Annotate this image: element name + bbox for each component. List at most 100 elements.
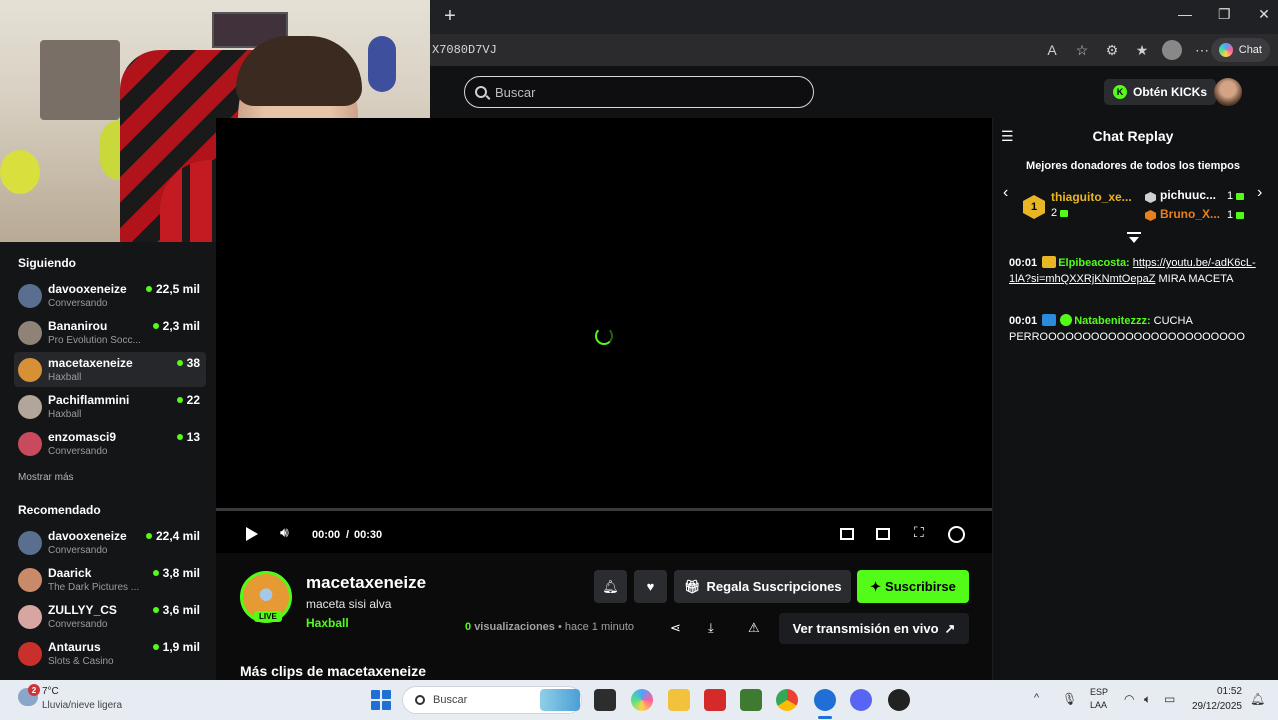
watch-live-button[interactable]: Ver transmisión en vivo ↗ (779, 613, 969, 644)
close-icon[interactable]: ✕ (1258, 6, 1270, 23)
minecraft-icon[interactable] (740, 689, 762, 711)
donor-name[interactable]: pichuuc... (1160, 188, 1216, 202)
address-bar[interactable]: X7080D7VJ (432, 43, 497, 57)
scroll-down-icon[interactable] (1127, 232, 1141, 244)
chevron-left-icon[interactable]: ‹ (1003, 184, 1008, 202)
copilot-app-icon[interactable] (631, 689, 653, 711)
donor-name[interactable]: thiaguito_xe... (1051, 190, 1132, 204)
language-code[interactable]: ESP (1090, 687, 1108, 697)
channel-category: The Dark Pictures ... (48, 582, 140, 593)
weather-desc: Lluvia/nieve ligera (42, 700, 123, 711)
crown-badge-icon (1042, 256, 1057, 268)
sidebar-channel-item[interactable]: Bananirou Pro Evolution Socc... 2,3 mil (14, 315, 206, 350)
chat-timestamp: 00:01 (1009, 315, 1038, 327)
sidebar-channel-item[interactable]: Daarick The Dark Pictures ... 3,8 mil (14, 562, 206, 597)
more-menu-icon[interactable]: ⋯ (1192, 40, 1212, 60)
notification-bell-button[interactable]: 🔔︎ (594, 570, 627, 603)
sparkle-icon: ✦ (870, 578, 882, 594)
live-dot-icon (152, 644, 159, 650)
channel-name: Bananirou (48, 319, 108, 333)
clock-time[interactable]: 01:52 (1200, 686, 1242, 697)
wifi-icon[interactable]: ◠ (1124, 692, 1134, 706)
file-explorer-icon[interactable] (668, 689, 690, 711)
sidebar-channel-item[interactable]: Antaurus Slots & Casino 1,9 mil (14, 636, 206, 671)
windows-taskbar: 2 7°C Lluvia/nieve ligera Buscar ^ 🎙︎ ES… (0, 680, 1278, 720)
live-dot-icon (176, 360, 183, 366)
follow-heart-button[interactable]: ♥ (634, 570, 667, 603)
read-aloud-icon[interactable]: A (1042, 40, 1062, 60)
chrome-icon[interactable] (776, 689, 798, 711)
show-more-link[interactable]: Mostrar más (18, 472, 74, 483)
favorite-star-icon[interactable]: ☆ (1072, 40, 1092, 60)
channel-category: Conversando (48, 545, 108, 556)
sidebar-channel-item[interactable]: ZULLYY_CS Conversando 3,6 mil (14, 599, 206, 634)
user-avatar[interactable] (1214, 78, 1242, 106)
channel-category: Pro Evolution Socc... (48, 335, 141, 346)
speaker-icon[interactable]: 🔈︎ (1144, 692, 1151, 707)
start-button[interactable] (371, 690, 391, 710)
battery-icon[interactable]: ▭ (1164, 692, 1175, 706)
viewer-count: 38 (176, 356, 200, 370)
viewer-count: 1,9 mil (152, 640, 200, 654)
new-tab-icon[interactable]: + (440, 6, 460, 26)
kick-coin-icon (1236, 192, 1245, 200)
gift-subs-button[interactable]: 🎁︎ Regala Suscripciones (674, 570, 851, 603)
notifications-icon[interactable]: 🔔︎ (1250, 692, 1265, 706)
app-dark-icon[interactable] (888, 689, 910, 711)
task-view-icon[interactable] (594, 689, 616, 711)
window-controls: — ❐ ✕ (1178, 6, 1270, 23)
chevron-right-icon[interactable]: › (1257, 184, 1262, 202)
sidebar-channel-item-active[interactable]: macetaxeneize Haxball 38 (14, 352, 206, 387)
minimize-icon[interactable]: — (1178, 6, 1192, 23)
microphone-icon[interactable]: 🎙︎ (1062, 692, 1077, 706)
download-icon[interactable]: ⤓ (708, 620, 714, 636)
live-dot-icon (152, 570, 159, 576)
tray-chevron-icon[interactable]: ^ (1034, 692, 1039, 704)
rank-badge: 1 (1023, 195, 1045, 219)
app-e-icon[interactable] (704, 689, 726, 711)
theater-mode-icon[interactable] (876, 528, 890, 540)
search-icon (415, 695, 425, 705)
avatar (18, 284, 42, 308)
play-icon[interactable] (246, 527, 258, 541)
fullscreen-icon[interactable]: ⛶ (914, 523, 924, 541)
search-input[interactable]: Buscar (464, 76, 814, 108)
discord-icon[interactable] (850, 689, 872, 711)
chat-button-label: Chat (1238, 44, 1262, 56)
recommended-title: Recomendado (18, 503, 101, 517)
weather-badge: 2 (28, 684, 40, 696)
extensions-icon[interactable]: ⚙ (1102, 40, 1122, 60)
category-link[interactable]: Haxball (306, 616, 349, 630)
time-ago: hace 1 minuto (564, 621, 634, 633)
sidebar-channel-item[interactable]: davooxeneize Conversando 22,5 mil (14, 278, 206, 313)
maximize-icon[interactable]: ❐ (1218, 6, 1231, 23)
copilot-chat-button[interactable]: Chat (1210, 38, 1270, 62)
edge-icon[interactable] (814, 689, 836, 711)
video-player[interactable] (216, 118, 992, 508)
favorites-icon[interactable]: ★ (1132, 40, 1152, 60)
clip-icon[interactable] (948, 526, 965, 543)
sidebar-channel-item[interactable]: enzomasci9 Conversando 13 (14, 426, 206, 461)
donor-amount: 2 (1051, 207, 1069, 219)
toolbar-icons: A ☆ ⚙ ★ ⋯ (1042, 40, 1212, 60)
live-badge: LIVE (254, 611, 282, 622)
subscribe-label: Suscribirse (885, 579, 956, 594)
viewer-count: 3,6 mil (152, 603, 200, 617)
webcam-hair (236, 36, 362, 106)
share-icon[interactable]: ⋖ (670, 620, 681, 636)
donor-name[interactable]: Bruno_X... (1160, 207, 1220, 221)
subscribe-button[interactable]: ✦ Suscribirse (857, 570, 969, 603)
miniplayer-icon[interactable] (840, 528, 854, 540)
get-kicks-button[interactable]: K Obtén KICKs (1104, 79, 1217, 105)
report-icon[interactable]: ⚠ (748, 620, 760, 636)
stream-title: maceta sisi alva (306, 597, 392, 611)
profile-icon[interactable] (1162, 40, 1182, 60)
sidebar-channel-item[interactable]: Pachiflammini Haxball 22 (14, 389, 206, 424)
sidebar-channel-item[interactable]: davooxeneize Conversando 22,4 mil (14, 525, 206, 560)
volume-icon[interactable]: 🔊︎ (280, 523, 289, 541)
kick-logo-icon: K (1113, 85, 1127, 99)
webcam-ball (0, 150, 40, 194)
chat-title: Chat Replay (1092, 128, 1174, 144)
time-total: 00:30 (354, 529, 383, 541)
streamer-name[interactable]: macetaxeneize (306, 573, 426, 593)
